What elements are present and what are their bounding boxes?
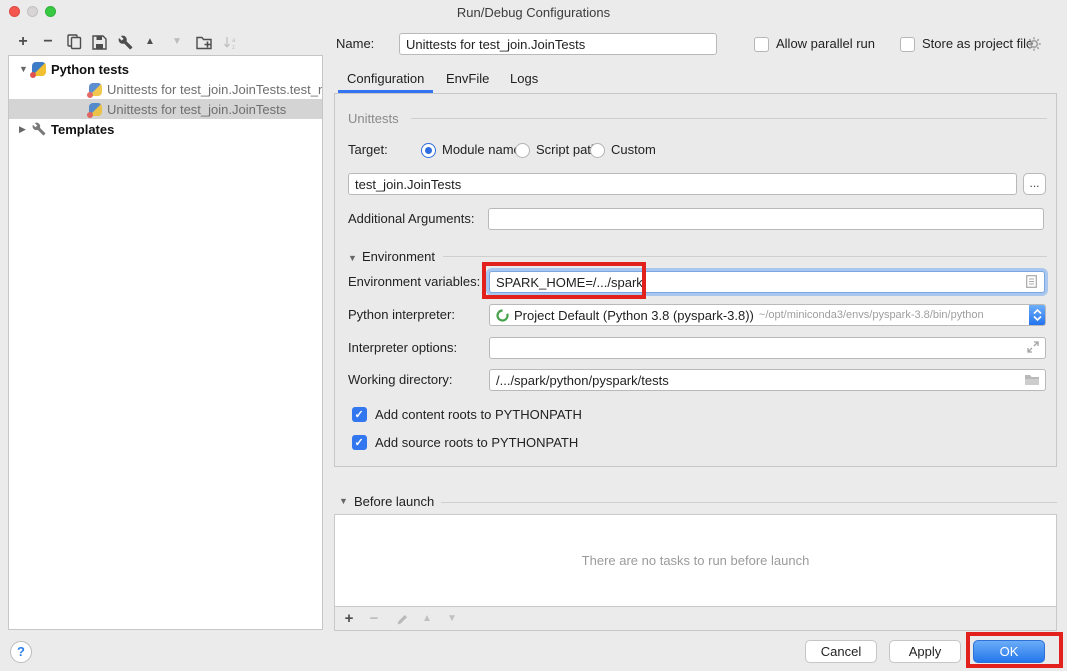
before-launch-section-label: Before launch (354, 491, 434, 513)
add-content-roots-checkbox[interactable] (352, 407, 367, 422)
section-divider (411, 118, 1047, 119)
sort-alphabetically-icon[interactable]: az (222, 33, 240, 51)
cancel-button[interactable]: Cancel (805, 640, 877, 663)
target-value-input[interactable] (348, 173, 1017, 195)
combobox-stepper-icon[interactable] (1029, 304, 1046, 326)
before-launch-toolbar: + − ▲ ▼ (335, 607, 1056, 630)
remove-task-icon[interactable]: − (365, 610, 383, 628)
additional-arguments-label: Additional Arguments: (348, 208, 474, 230)
tree-item-config-jointests[interactable]: ▼ Unittests for test_join.JoinTests (9, 99, 322, 119)
tab-configuration[interactable]: Configuration (347, 71, 424, 86)
tree-item-python-tests[interactable]: ▼ Python tests (9, 59, 322, 79)
copy-configuration-icon[interactable] (65, 33, 83, 51)
python-tests-icon (32, 62, 46, 76)
store-as-project-file-checkbox[interactable] (900, 37, 915, 52)
conda-environment-icon (496, 309, 509, 322)
store-as-project-file-label: Store as project file (922, 33, 1033, 55)
working-directory-label: Working directory: (348, 369, 453, 391)
interpreter-options-input[interactable] (489, 337, 1046, 359)
name-input[interactable] (399, 33, 717, 55)
edit-templates-wrench-icon[interactable] (116, 33, 134, 51)
section-divider (443, 256, 1047, 257)
environment-variables-field[interactable] (489, 271, 1045, 293)
interpreter-options-label: Interpreter options: (348, 337, 457, 359)
python-interpreter-path: ~/opt/miniconda3/envs/pyspark-3.8/bin/py… (759, 309, 984, 321)
target-custom-radio[interactable] (590, 143, 605, 158)
tab-envfile[interactable]: EnvFile (446, 71, 489, 86)
python-tests-icon (89, 103, 102, 116)
allow-parallel-run-checkbox[interactable] (754, 37, 769, 52)
unittests-group-label: Unittests (348, 111, 399, 126)
python-interpreter-label: Python interpreter: (348, 304, 455, 326)
target-script-path-label: Script path (536, 139, 598, 161)
save-configuration-icon[interactable] (90, 33, 108, 51)
add-configuration-icon[interactable]: + (14, 33, 32, 51)
name-label: Name: (336, 33, 374, 55)
environment-section-label: Environment (362, 249, 435, 264)
collapse-triangle-icon[interactable]: ▼ (339, 496, 348, 506)
gear-icon[interactable] (1026, 36, 1042, 52)
target-script-path-radio[interactable] (515, 143, 530, 158)
svg-text:z: z (232, 45, 235, 50)
window-title: Run/Debug Configurations (0, 5, 1067, 20)
tree-item-label: Python tests (51, 62, 129, 77)
collapsed-triangle-icon[interactable]: ▶ (19, 124, 29, 135)
ok-button[interactable]: OK (973, 640, 1045, 663)
move-task-down-icon[interactable]: ▼ (443, 610, 461, 628)
python-tests-icon (89, 83, 102, 96)
edit-task-pencil-icon[interactable] (393, 610, 411, 628)
environment-variables-label: Environment variables: (348, 271, 480, 293)
target-label: Target: (348, 139, 388, 161)
tree-item-templates[interactable]: ▶ Templates (9, 119, 322, 139)
before-launch-panel: There are no tasks to run before launch … (334, 514, 1057, 631)
target-module-name-label: Module name (442, 139, 521, 161)
tree-item-config-test-narrow[interactable]: ▼ Unittests for test_join.JoinTests.test… (9, 79, 322, 99)
move-down-icon[interactable]: ▼ (168, 33, 186, 51)
move-up-icon[interactable]: ▲ (141, 33, 159, 51)
empty-tasks-message: There are no tasks to run before launch (582, 553, 810, 568)
tree-item-label: Unittests for test_join.JoinTests (107, 102, 286, 117)
expanded-triangle-icon[interactable]: ▼ (19, 64, 29, 74)
svg-text:a: a (232, 38, 236, 44)
allow-parallel-run-label: Allow parallel run (776, 33, 875, 55)
apply-button[interactable]: Apply (889, 640, 961, 663)
expand-editor-icon[interactable] (1027, 341, 1039, 353)
add-content-roots-label: Add content roots to PYTHONPATH (375, 404, 582, 426)
move-task-up-icon[interactable]: ▲ (418, 610, 436, 628)
tree-item-label: Templates (51, 122, 114, 137)
tree-item-label: Unittests for test_join.JoinTests.test_n… (107, 82, 322, 97)
configuration-tab-panel: Unittests Target: Module name Script pat… (334, 93, 1057, 467)
browse-target-button[interactable]: ... (1023, 173, 1046, 195)
python-interpreter-value: Project Default (Python 3.8 (pyspark-3.8… (514, 308, 754, 323)
target-custom-label: Custom (611, 139, 656, 161)
before-launch-task-list[interactable]: There are no tasks to run before launch (335, 515, 1056, 607)
python-interpreter-combobox[interactable]: Project Default (Python 3.8 (pyspark-3.8… (489, 304, 1046, 326)
target-module-name-radio[interactable] (421, 143, 436, 158)
new-folder-icon[interactable] (195, 33, 213, 51)
wrench-icon (32, 122, 46, 136)
configurations-tree: ▼ Python tests ▼ Unittests for test_join… (8, 55, 323, 630)
help-button[interactable]: ? (10, 641, 32, 663)
add-source-roots-label: Add source roots to PYTHONPATH (375, 432, 578, 454)
tab-logs[interactable]: Logs (510, 71, 538, 86)
section-divider (441, 502, 1057, 503)
additional-arguments-input[interactable] (488, 208, 1044, 230)
browse-folder-icon[interactable] (1024, 374, 1040, 386)
add-source-roots-checkbox[interactable] (352, 435, 367, 450)
add-task-icon[interactable]: + (340, 610, 358, 628)
working-directory-input[interactable] (489, 369, 1046, 391)
remove-configuration-icon[interactable]: − (39, 33, 57, 51)
browse-environment-variables-icon[interactable] (1026, 275, 1037, 288)
titlebar: Run/Debug Configurations (0, 0, 1067, 27)
collapse-triangle-icon[interactable]: ▼ (348, 253, 357, 263)
